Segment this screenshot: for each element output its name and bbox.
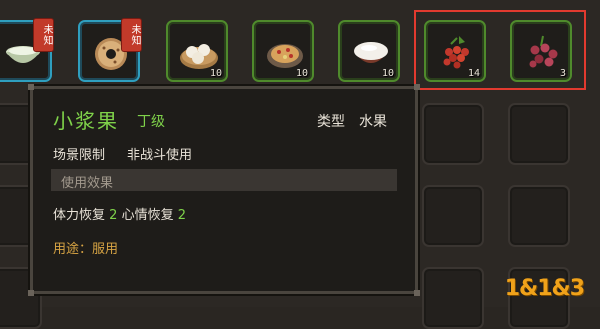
inventory-slot[interactable]: [422, 267, 484, 329]
item-type-value: 水果: [359, 114, 387, 130]
hp-restore-label: 体力恢复: [53, 208, 106, 223]
inventory-slot-rice-bowl-white[interactable]: 10: [338, 20, 400, 82]
scene-restriction-label: 场景限制: [53, 148, 106, 163]
inventory-slot-food-plate[interactable]: 10: [252, 20, 314, 82]
inventory-slot[interactable]: [422, 103, 484, 165]
site-watermark-logo: 1&1&3: [504, 276, 585, 301]
hp-restore-value: 2: [109, 208, 118, 223]
inventory-slot[interactable]: [508, 103, 570, 165]
tooltip-corner: [414, 290, 420, 296]
inventory-slot[interactable]: [508, 185, 570, 247]
tooltip-corner: [28, 290, 34, 296]
item-tooltip: 小浆果 丁级 类型 水果 场景限制 非战斗使用 使用效果 体力恢复 2 心情恢复…: [28, 84, 420, 296]
selection-highlight: [414, 10, 586, 90]
effect-details: 体力恢复 2 心情恢复 2: [53, 204, 186, 223]
item-type-label: 类型: [317, 114, 345, 130]
scene-restriction-value: 非战斗使用: [127, 148, 193, 163]
unknown-badge: 未知: [33, 18, 54, 52]
unknown-badge: 未知: [121, 18, 142, 52]
tooltip-corner: [28, 84, 34, 90]
item-name: 小浆果: [53, 109, 119, 133]
item-count: 10: [209, 68, 222, 79]
tooltip-corner: [414, 84, 420, 90]
effect-title: 使用效果: [61, 176, 114, 191]
inventory-slot-rice-bowl[interactable]: 未知: [0, 18, 54, 82]
item-count: 10: [295, 68, 308, 79]
mood-restore-label: 心情恢复: [121, 208, 174, 223]
item-grade: 丁级: [137, 114, 165, 130]
item-count: 10: [381, 68, 394, 79]
inventory-slot-steamed-buns[interactable]: 10: [166, 20, 228, 82]
inventory-slot-donut[interactable]: 未知: [78, 18, 142, 82]
item-usage: 用途：服用: [53, 242, 119, 257]
mood-restore-value: 2: [177, 208, 187, 223]
inventory-slot[interactable]: [422, 185, 484, 247]
